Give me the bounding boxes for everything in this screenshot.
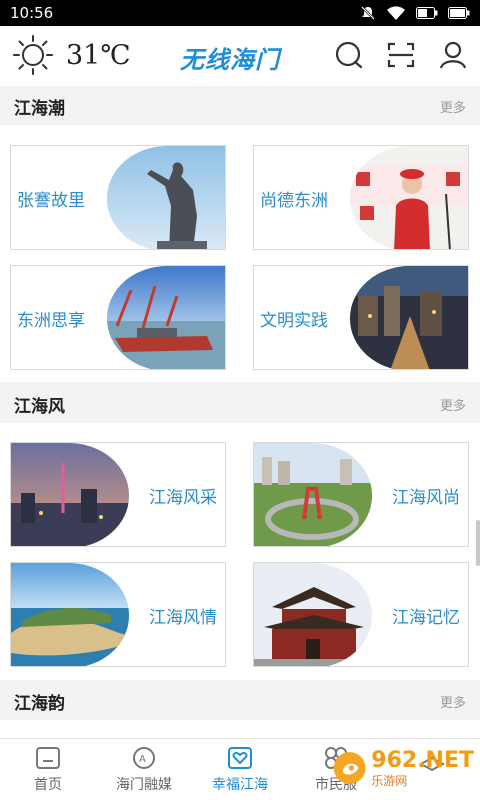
status-icons <box>360 5 470 21</box>
card-zhangjian-guli[interactable]: 张謇故里 <box>10 145 226 250</box>
card-label: 江海记忆 <box>392 608 460 628</box>
section-title: 江海潮 <box>14 98 65 119</box>
card-label: 江海风采 <box>149 488 217 508</box>
watermark-text: 962.NET 乐游网 <box>371 747 474 788</box>
card-shangde-dongzhou[interactable]: 尚德东洲 <box>253 145 469 250</box>
heart-tab-icon <box>228 746 252 769</box>
coast-image <box>11 563 129 666</box>
watermark-logo-icon <box>333 752 366 784</box>
statue-image <box>107 146 225 249</box>
scan-icon[interactable] <box>386 40 416 70</box>
card-jianghai-fengshang[interactable]: 江海风尚 <box>253 442 469 547</box>
section-header-jianghaiyun: 江海韵 更多 <box>0 682 480 720</box>
card-jianghai-jiyi[interactable]: 江海记忆 <box>253 562 469 667</box>
card-label: 文明实践 <box>260 311 328 331</box>
chat-icon[interactable] <box>334 40 364 70</box>
wifi-icon <box>387 6 405 20</box>
nav-item-happy-jianghai[interactable]: 幸福江海 <box>192 739 288 800</box>
card-jianghai-fengqing[interactable]: 江海风情 <box>10 562 226 667</box>
scrollbar-thumb[interactable] <box>476 520 480 566</box>
temple-image <box>254 563 372 666</box>
nav-label: 幸福江海 <box>212 776 268 793</box>
section-title: 江海风 <box>14 396 65 417</box>
card-jianghai-fengcai[interactable]: 江海风采 <box>10 442 226 547</box>
card-label: 张謇故里 <box>17 191 85 211</box>
watermark-brand: 962.NET <box>371 747 474 773</box>
card-dongzhou-sixiang[interactable]: 东洲思享 <box>10 265 226 370</box>
mute-icon <box>361 6 375 20</box>
section-panel-jianghaifeng: 江海风采 江海风尚 江海风情 江海记忆 <box>0 423 480 680</box>
user-icon[interactable] <box>438 40 468 70</box>
section-panel-jianghaiyun <box>0 720 480 738</box>
weather-widget[interactable]: 31℃ <box>12 34 131 76</box>
nav-item-media[interactable]: A 海门融媒 <box>96 739 192 800</box>
more-link[interactable]: 更多 <box>440 395 466 414</box>
header-actions <box>334 40 468 70</box>
nav-label: 海门融媒 <box>116 776 172 793</box>
volunteer-image <box>350 146 468 249</box>
section-title: 江海韵 <box>14 693 65 714</box>
nav-label: 首页 <box>34 776 62 793</box>
city-dusk-image <box>11 443 129 546</box>
temperature: 31℃ <box>66 39 131 71</box>
status-bar: 10:56 <box>0 0 480 26</box>
section-header-jianghaifeng: 江海风 更多 <box>0 385 480 423</box>
card-label: 尚德东洲 <box>260 191 328 211</box>
sun-icon <box>13 35 53 75</box>
svg-text:A: A <box>139 754 146 765</box>
media-icon: A <box>133 746 155 769</box>
app-header: 31℃ 无线海门 <box>0 26 480 86</box>
battery-icon <box>416 7 438 19</box>
roundabout-image <box>254 443 372 546</box>
more-link[interactable]: 更多 <box>440 97 466 116</box>
nav-item-home[interactable]: 首页 <box>0 739 96 800</box>
battery-level-icon <box>448 7 470 19</box>
watermark-subtitle: 乐游网 <box>371 773 408 788</box>
section-panel-jianghaichao: 张謇故里 尚德东洲 东洲思享 文明实践 <box>0 125 480 382</box>
status-time: 10:56 <box>10 4 54 22</box>
home-icon <box>36 746 60 769</box>
more-link[interactable]: 更多 <box>440 692 466 711</box>
section-header-jianghaichao: 江海潮 更多 <box>0 87 480 125</box>
night-city-image <box>350 266 468 369</box>
card-wenming-shijian[interactable]: 文明实践 <box>253 265 469 370</box>
app-brand-title: 无线海门 <box>180 46 280 74</box>
watermark: 962.NET 乐游网 <box>332 742 474 794</box>
card-label: 东洲思享 <box>17 311 85 331</box>
card-label: 江海风尚 <box>392 488 460 508</box>
shipyard-image <box>107 266 225 369</box>
card-label: 江海风情 <box>149 608 217 628</box>
